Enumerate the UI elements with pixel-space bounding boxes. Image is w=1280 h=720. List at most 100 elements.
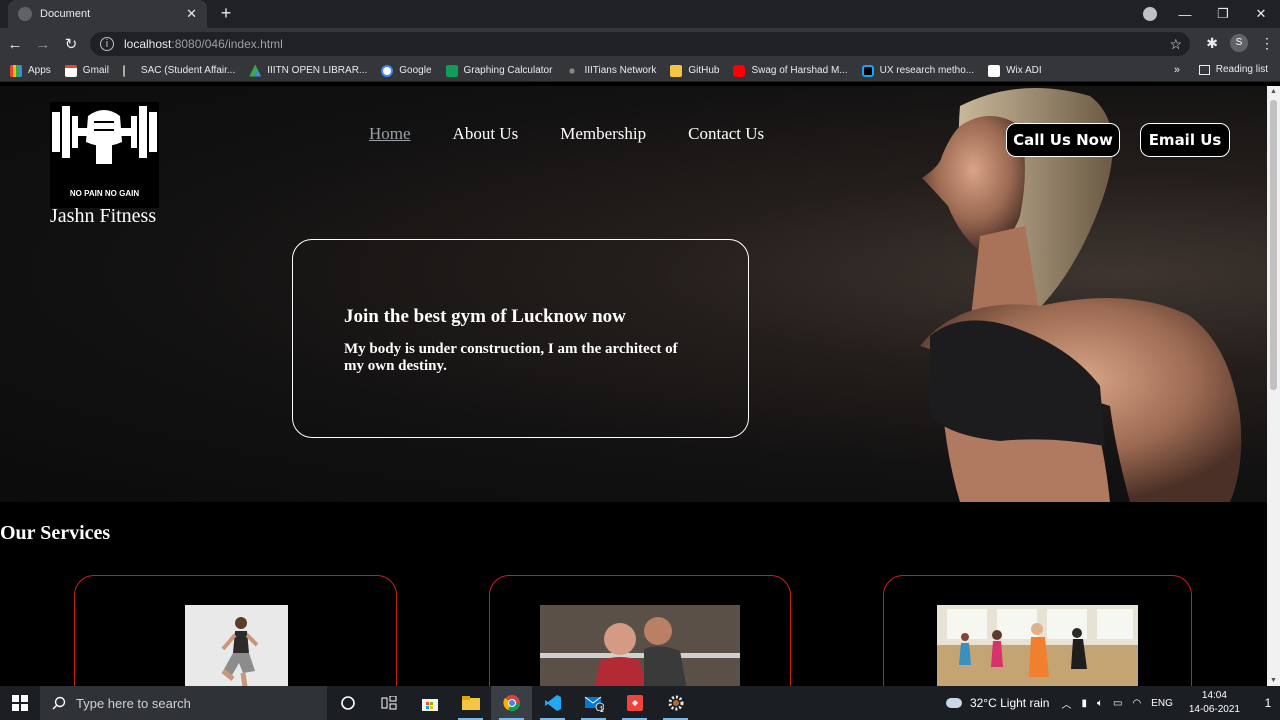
bookmark-gmail[interactable]: Gmail	[64, 64, 109, 77]
microphone-icon[interactable]: ▮	[1081, 698, 1087, 709]
service-card[interactable]	[489, 575, 791, 686]
hero-card: Join the best gym of Lucknow now My body…	[292, 239, 749, 438]
bookmark-iiitians-network[interactable]: IIITians Network	[566, 64, 656, 77]
page-scrollbar[interactable]: ▲ ▼	[1267, 86, 1280, 686]
language-indicator[interactable]: ENG	[1151, 698, 1173, 709]
wix-icon	[988, 64, 1001, 77]
cloud-rain-icon	[945, 698, 962, 708]
url-path: :8080/046/index.html	[171, 37, 283, 51]
reading-list-button[interactable]: Reading list	[1198, 64, 1268, 75]
window-controls: — ❐ ✕	[1166, 0, 1280, 28]
more-bookmarks-icon[interactable]: »	[1174, 64, 1180, 76]
scroll-up-icon[interactable]: ▲	[1270, 88, 1277, 95]
profile-avatar[interactable]: S	[1230, 34, 1248, 52]
clock-time: 14:04	[1201, 690, 1227, 701]
folder-icon	[670, 64, 683, 77]
vscode-icon[interactable]	[532, 686, 573, 720]
calculator-icon	[445, 64, 458, 77]
forward-icon[interactable]: →	[30, 36, 56, 53]
network-icon	[566, 64, 579, 77]
bookmark-github[interactable]: GitHub	[670, 64, 719, 77]
mail-badge: 1	[599, 705, 604, 714]
restore-icon[interactable]: ❐	[1204, 6, 1242, 22]
address-bar[interactable]: i localhost:8080/046/index.html ☆	[90, 32, 1190, 56]
taskbar-search[interactable]: Type here to search	[40, 686, 327, 720]
bookmark-swag-of-harshad[interactable]: Swag of Harshad M...	[733, 64, 848, 77]
back-icon[interactable]: ←	[2, 36, 28, 53]
bookmark-wix-adi[interactable]: Wix ADI	[988, 64, 1042, 77]
service-card[interactable]	[883, 575, 1192, 686]
gmail-icon	[64, 64, 77, 77]
clock[interactable]: 14:04 14-06-2021	[1189, 689, 1240, 717]
scroll-thumb[interactable]	[1270, 100, 1277, 390]
store-icon[interactable]	[409, 686, 450, 720]
reload-icon[interactable]: ↻	[58, 35, 84, 53]
file-explorer-icon[interactable]	[450, 686, 491, 720]
service-image	[937, 605, 1138, 686]
services-title: Our Services	[0, 522, 111, 544]
brand-name: Jashn Fitness	[50, 205, 157, 227]
scroll-down-icon[interactable]: ▼	[1270, 677, 1277, 684]
bookmark-ux-research[interactable]: UX research metho...	[861, 64, 974, 77]
apps-grid-icon	[10, 64, 22, 77]
mail-icon[interactable]: 1	[573, 686, 614, 720]
nav-about-us[interactable]: About Us	[453, 124, 519, 144]
site-info-icon[interactable]: i	[100, 37, 114, 51]
tab-search-icon[interactable]	[1143, 7, 1157, 21]
chevron-up-icon[interactable]: ︿	[1061, 696, 1071, 711]
tab-title: Document	[40, 8, 91, 20]
service-image	[185, 605, 288, 686]
feather-icon	[122, 64, 135, 77]
call-us-button[interactable]: Call Us Now	[1006, 123, 1120, 157]
extensions-icon[interactable]: ✱	[1206, 35, 1218, 52]
gym-logo[interactable]: NO PAIN NO GAIN	[50, 102, 159, 208]
battery-icon[interactable]: ▭	[1113, 698, 1122, 709]
service-card[interactable]	[74, 575, 397, 686]
search-placeholder: Type here to search	[76, 695, 191, 711]
weather-widget[interactable]: 32°C Light rain	[945, 696, 1049, 710]
service-image	[540, 605, 740, 686]
bookmark-star-icon[interactable]: ☆	[1169, 36, 1182, 53]
nav-contact-us[interactable]: Contact Us	[688, 124, 764, 144]
youtube-icon	[733, 64, 746, 77]
nav-home[interactable]: Home	[369, 124, 411, 144]
nav-membership[interactable]: Membership	[560, 124, 646, 144]
hero-section: NO PAIN NO GAIN Jashn Fitness Home About…	[0, 86, 1267, 502]
browser-tab[interactable]: Document ✕	[8, 0, 207, 28]
anydesk-icon[interactable]	[614, 686, 655, 720]
bookmark-apps[interactable]: Apps	[10, 64, 51, 77]
bookmarks-bar: Apps Gmail SAC (Student Affair... IIITN …	[0, 60, 1280, 82]
main-nav: Home About Us Membership Contact Us	[369, 124, 806, 144]
settings-gear-icon[interactable]	[655, 686, 696, 720]
globe-icon	[18, 7, 32, 21]
speaker-icon[interactable]: 🔈︎	[1097, 698, 1103, 709]
tab-strip: Document ✕ + — ❐ ✕	[0, 0, 1280, 28]
menu-icon[interactable]: ⋮	[1260, 35, 1274, 52]
cortana-icon[interactable]	[327, 686, 368, 720]
search-icon	[52, 696, 66, 710]
hero-tagline: My body is under construction, I am the …	[344, 341, 678, 374]
wifi-icon[interactable]: ◠	[1132, 698, 1141, 709]
minimize-icon[interactable]: —	[1166, 7, 1204, 22]
system-tray: 32°C Light rain ︿ ▮ 🔈︎ ▭ ◠ ENG 14:04 14-…	[945, 686, 1280, 720]
drive-icon	[249, 64, 262, 77]
google-icon	[381, 64, 394, 77]
close-window-icon[interactable]: ✕	[1242, 6, 1280, 22]
bookmark-graphing-calculator[interactable]: Graphing Calculator	[445, 64, 552, 77]
bookmark-google[interactable]: Google	[381, 64, 432, 77]
close-tab-icon[interactable]: ✕	[186, 6, 197, 22]
notification-badge: 1	[1264, 696, 1272, 710]
task-view-icon[interactable]	[368, 686, 409, 720]
notifications-icon[interactable]: 1	[1256, 686, 1280, 720]
windows-start-icon[interactable]	[0, 686, 40, 720]
email-us-button[interactable]: Email Us	[1140, 123, 1230, 157]
page-viewport: NO PAIN NO GAIN Jashn Fitness Home About…	[0, 86, 1267, 686]
browser-toolbar: ← → ↻ i localhost:8080/046/index.html ☆ …	[0, 28, 1280, 60]
url-host: localhost	[124, 37, 172, 51]
new-tab-button[interactable]: +	[216, 3, 236, 24]
bookmark-library[interactable]: IIITN OPEN LIBRAR...	[249, 64, 367, 77]
bookmark-sac[interactable]: SAC (Student Affair...	[122, 64, 235, 77]
hero-heading: Join the best gym of Lucknow now	[344, 306, 626, 327]
chrome-icon[interactable]	[491, 686, 532, 720]
clock-date: 14-06-2021	[1188, 704, 1240, 715]
